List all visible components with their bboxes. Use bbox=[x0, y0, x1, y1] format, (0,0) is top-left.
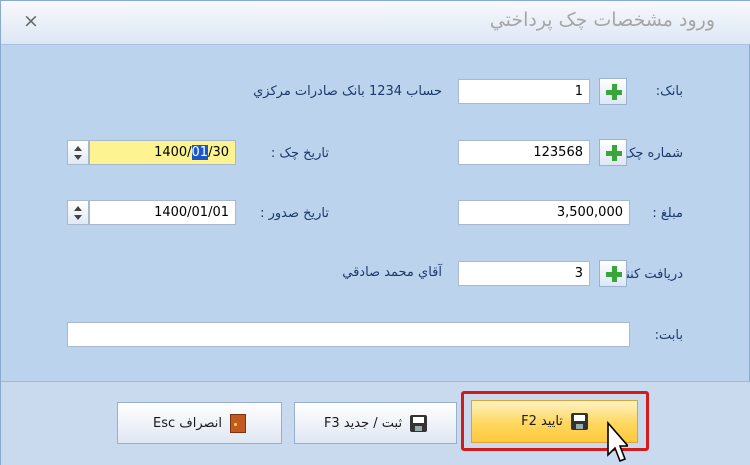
window-title: ورود مشخصات چک پرداختي bbox=[489, 9, 715, 31]
check-number-field[interactable]: 123568 bbox=[458, 140, 590, 165]
regarding-field[interactable] bbox=[67, 322, 630, 347]
save-new-button-label: ثبت / جديد F3 bbox=[323, 415, 403, 431]
spin-down-icon[interactable] bbox=[74, 155, 82, 160]
spin-down-icon[interactable] bbox=[74, 215, 82, 220]
mouse-pointer-icon bbox=[607, 421, 628, 463]
check-date-spinner[interactable] bbox=[67, 140, 89, 165]
receiver-field[interactable]: 3 bbox=[458, 261, 590, 286]
exit-door-icon bbox=[230, 413, 247, 433]
bank-field[interactable]: 1 bbox=[458, 79, 590, 104]
check-date-day: /30 bbox=[208, 145, 229, 160]
floppy-disk-icon bbox=[410, 414, 428, 432]
save-new-button[interactable]: ثبت / جديد F3 bbox=[294, 402, 457, 444]
check-entry-dialog: ورود مشخصات چک پرداختي × بانک: 1 حساب 12… bbox=[0, 0, 750, 465]
receiver-description: آقاي محمد صادقي bbox=[342, 265, 442, 280]
amount-label: مبلغ : bbox=[652, 206, 683, 221]
add-check-number-icon[interactable] bbox=[599, 139, 627, 166]
check-date-label: تاريخ چک : bbox=[270, 146, 329, 161]
spin-up-icon[interactable] bbox=[74, 146, 82, 151]
issue-date-label: تاريخ صدور : bbox=[260, 206, 329, 221]
add-receiver-icon[interactable] bbox=[599, 260, 627, 287]
amount-field[interactable]: 3,500,000 bbox=[458, 200, 630, 225]
floppy-disk-icon bbox=[570, 413, 588, 430]
confirm-button-label: تاييد F2 bbox=[521, 414, 563, 429]
cancel-button-label: انصراف Esc bbox=[152, 415, 223, 431]
check-date-field[interactable]: 1400/01/30 bbox=[89, 140, 236, 165]
issue-date-spinner[interactable] bbox=[67, 200, 89, 225]
check-date-month-selected: 01 bbox=[191, 145, 209, 160]
spin-up-icon[interactable] bbox=[74, 206, 82, 211]
issue-date-field[interactable]: 1400/01/01 bbox=[89, 200, 236, 225]
bank-label: بانک: bbox=[655, 84, 683, 99]
close-icon[interactable]: × bbox=[23, 10, 39, 32]
bank-description: حساب 1234 بانک صادرات مرکزي bbox=[253, 84, 442, 99]
check-date-year: 1400/ bbox=[154, 145, 192, 160]
cancel-button[interactable]: انصراف Esc bbox=[117, 402, 282, 444]
regarding-label: بابت: bbox=[654, 328, 683, 343]
title-bar: ورود مشخصات چک پرداختي × bbox=[1, 1, 750, 45]
add-bank-icon[interactable] bbox=[599, 78, 627, 105]
